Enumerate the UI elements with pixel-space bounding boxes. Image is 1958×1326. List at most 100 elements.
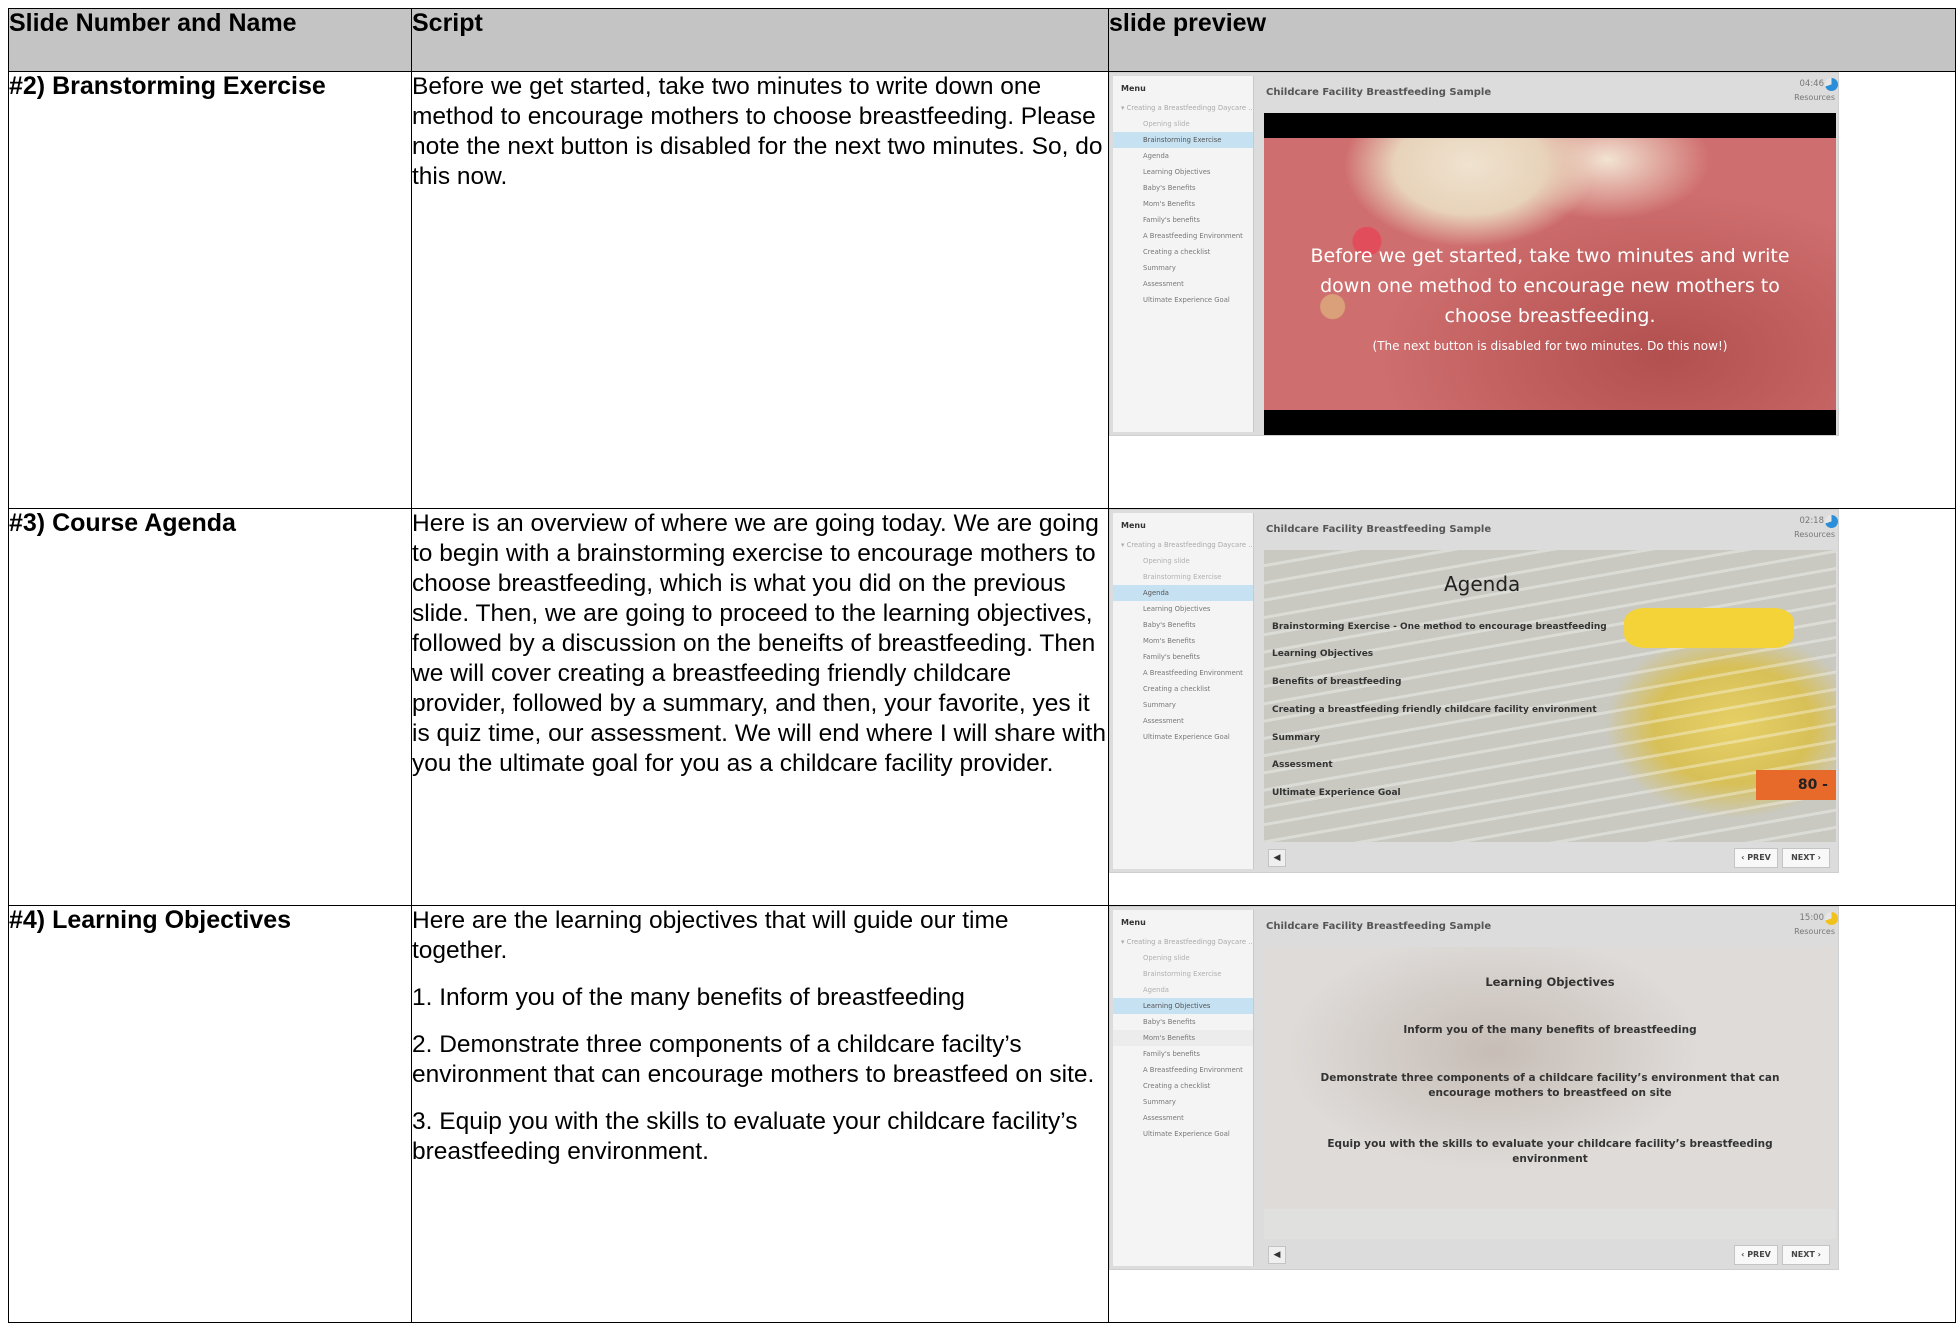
- menu-item[interactable]: Brainstorming Exercise: [1113, 569, 1253, 585]
- menu-item[interactable]: Ultimate Experience Goal: [1113, 292, 1253, 308]
- menu-item[interactable]: Learning Objectives: [1113, 601, 1253, 617]
- menu-item[interactable]: Assessment: [1113, 713, 1253, 729]
- slide-text: Before we get started, take two minutes …: [1310, 245, 1790, 327]
- agenda-item: Assessment: [1272, 760, 1333, 770]
- menu-item[interactable]: Mom's Benefits: [1113, 196, 1253, 212]
- menu-item[interactable]: Baby's Benefits: [1113, 1014, 1253, 1030]
- preview-cell: Menu ▾ Creating a Breastfeedingg Daycare…: [1108, 71, 1956, 509]
- script-paragraph: 2. Demonstrate three components of a chi…: [412, 1031, 1095, 1088]
- menu-item[interactable]: ▾ Creating a Breastfeedingg Daycare ...: [1113, 537, 1253, 553]
- clock-icon: [1825, 912, 1838, 925]
- player-topbar: Childcare Facility Breastfeeding Sample …: [1256, 510, 1838, 550]
- player-topbar: Childcare Facility Breastfeeding Sample …: [1256, 73, 1838, 113]
- header-slide-preview: slide preview: [1108, 8, 1956, 72]
- course-title: Childcare Facility Breastfeeding Sample: [1266, 524, 1492, 535]
- menu-item[interactable]: Assessment: [1113, 276, 1253, 292]
- menu-item[interactable]: Baby's Benefits: [1113, 180, 1253, 196]
- menu-item[interactable]: Assessment: [1113, 1110, 1253, 1126]
- resources-link[interactable]: Resources: [1794, 530, 1835, 539]
- script-cell: Here is an overview of where we are goin…: [411, 508, 1109, 906]
- menu-item[interactable]: Agenda: [1113, 585, 1253, 601]
- agenda-item: Benefits of breastfeeding: [1272, 677, 1402, 687]
- menu-item[interactable]: Ultimate Experience Goal: [1113, 729, 1253, 745]
- menu-item[interactable]: Agenda: [1113, 148, 1253, 164]
- prev-button[interactable]: ‹ PREV: [1734, 1245, 1778, 1265]
- table-row: #3) Course Agenda Here is an overview of…: [8, 508, 1956, 906]
- menu-item[interactable]: Brainstorming Exercise: [1113, 132, 1253, 148]
- menu-item[interactable]: Learning Objectives: [1113, 998, 1253, 1014]
- header-slide-name: Slide Number and Name: [8, 8, 412, 72]
- table-row: #4) Learning Objectives Here are the lea…: [8, 905, 1956, 1323]
- speaker-icon[interactable]: ◀: [1268, 1246, 1286, 1264]
- menu-item[interactable]: Mom's Benefits: [1113, 1030, 1253, 1046]
- menu-items: ▾ Creating a Breastfeedingg Daycare ... O…: [1113, 934, 1253, 1142]
- menu-item[interactable]: Opening slide: [1113, 553, 1253, 569]
- menu-item[interactable]: Family's benefits: [1113, 212, 1253, 228]
- preview-cell: Menu ▾ Creating a Breastfeedingg Daycare…: [1108, 508, 1956, 906]
- objective-item: Inform you of the many benefits of breas…: [1403, 1024, 1697, 1036]
- script-paragraph: Here are the learning objectives that wi…: [412, 907, 1009, 964]
- menu-item[interactable]: Opening slide: [1113, 116, 1253, 132]
- next-button[interactable]: NEXT ›: [1782, 1245, 1830, 1265]
- menu-title: Menu: [1121, 521, 1146, 530]
- player-topbar: Childcare Facility Breastfeeding Sample …: [1256, 907, 1838, 947]
- clock-icon: [1825, 515, 1838, 528]
- agenda-item: Brainstorming Exercise - One method to e…: [1272, 622, 1607, 632]
- agenda-item: Ultimate Experience Goal: [1272, 788, 1401, 798]
- menu-item[interactable]: Baby's Benefits: [1113, 617, 1253, 633]
- menu-item[interactable]: Agenda: [1113, 982, 1253, 998]
- timer: 04:46: [1799, 79, 1825, 89]
- next-button[interactable]: NEXT ›: [1782, 848, 1830, 868]
- prev-button[interactable]: ‹ PREV: [1734, 848, 1778, 868]
- menu-item[interactable]: Creating a checklist: [1113, 681, 1253, 697]
- menu-item[interactable]: Creating a checklist: [1113, 244, 1253, 260]
- course-title: Childcare Facility Breastfeeding Sample: [1266, 87, 1492, 98]
- menu-item[interactable]: Family's benefits: [1113, 1046, 1253, 1062]
- resources-link[interactable]: Resources: [1794, 93, 1835, 102]
- agenda-item: Learning Objectives: [1272, 649, 1374, 659]
- clock-icon: [1825, 78, 1838, 91]
- slide-name: #2) Branstorming Exercise: [8, 71, 412, 509]
- slide-subtext: (The next button is disabled for two min…: [1372, 339, 1728, 353]
- slide-name: #4) Learning Objectives: [8, 905, 412, 1323]
- script-paragraph: 3. Equip you with the skills to evaluate…: [412, 1108, 1078, 1165]
- header-row: Slide Number and Name Script slide previ…: [8, 8, 1956, 72]
- menu-item[interactable]: Summary: [1113, 260, 1253, 276]
- menu-item[interactable]: ▾ Creating a Breastfeedingg Daycare ...: [1113, 934, 1253, 950]
- menu-item[interactable]: A Breastfeeding Environment: [1113, 1062, 1253, 1078]
- script-paragraph: Before we get started, take two minutes …: [412, 73, 1103, 190]
- menu-item[interactable]: Mom's Benefits: [1113, 633, 1253, 649]
- menu-item[interactable]: Opening slide: [1113, 950, 1253, 966]
- speaker-icon[interactable]: ◀: [1268, 849, 1286, 867]
- menu-item[interactable]: Summary: [1113, 1094, 1253, 1110]
- menu-item[interactable]: Summary: [1113, 697, 1253, 713]
- slide-name: #3) Course Agenda: [8, 508, 412, 906]
- menu-title: Menu: [1121, 918, 1146, 927]
- menu-item[interactable]: A Breastfeeding Environment: [1113, 665, 1253, 681]
- player-menu: Menu ▾ Creating a Breastfeedingg Daycare…: [1113, 513, 1254, 869]
- player-controls: ◀ ‹ PREV NEXT ›: [1264, 842, 1834, 872]
- resources-link[interactable]: Resources: [1794, 927, 1835, 936]
- slide-preview-player: Menu ▾ Creating a Breastfeedingg Daycare…: [1109, 72, 1839, 436]
- course-title: Childcare Facility Breastfeeding Sample: [1266, 921, 1492, 932]
- timer: 02:18: [1799, 516, 1825, 526]
- header-script: Script: [411, 8, 1109, 72]
- menu-item[interactable]: Creating a checklist: [1113, 1078, 1253, 1094]
- script-paragraph: 1. Inform you of the many benefits of br…: [412, 984, 965, 1011]
- menu-item[interactable]: ▾ Creating a Breastfeedingg Daycare ...: [1113, 100, 1253, 116]
- slide-preview-player: Menu ▾ Creating a Breastfeedingg Daycare…: [1109, 906, 1839, 1270]
- menu-item[interactable]: Family's benefits: [1113, 649, 1253, 665]
- background-photo: [1264, 550, 1836, 842]
- menu-item[interactable]: A Breastfeeding Environment: [1113, 228, 1253, 244]
- timer: 15:00: [1799, 913, 1825, 923]
- script-paragraph: Here is an overview of where we are goin…: [412, 510, 1106, 777]
- agenda-item: Summary: [1272, 733, 1321, 743]
- menu-item[interactable]: Brainstorming Exercise: [1113, 966, 1253, 982]
- menu-item[interactable]: Learning Objectives: [1113, 164, 1253, 180]
- menu-item[interactable]: Ultimate Experience Goal: [1113, 1126, 1253, 1142]
- jar-label: 80 -: [1756, 770, 1836, 800]
- slide-stage: Learning Objectives Inform you of the ma…: [1264, 947, 1836, 1239]
- slide-stage: 80 - Agenda Brainstorming Exercise - One…: [1264, 550, 1836, 842]
- table-row: #2) Branstorming Exercise Before we get …: [8, 71, 1956, 509]
- script-cell: Before we get started, take two minutes …: [411, 71, 1109, 509]
